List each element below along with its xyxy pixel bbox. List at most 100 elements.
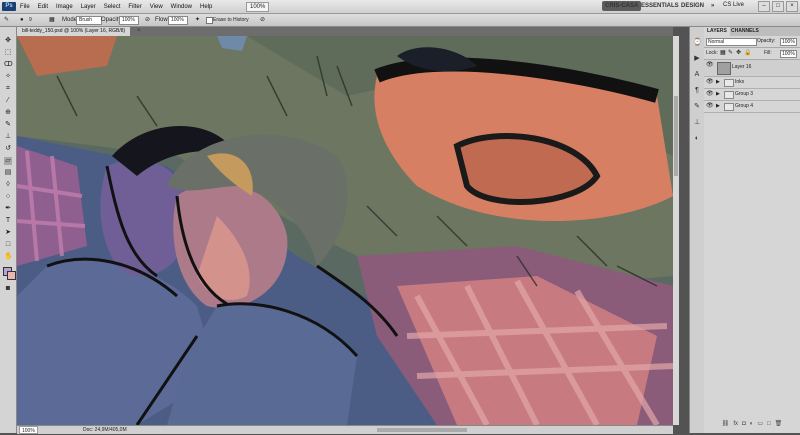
- move-tool-icon[interactable]: ✥: [4, 37, 12, 45]
- clone-stamp-tool-icon[interactable]: ⊥: [4, 133, 12, 141]
- layer-row-layer-16[interactable]: 👁 Layer 16: [704, 60, 800, 77]
- fill-field[interactable]: 100%: [780, 50, 797, 58]
- healing-brush-tool-icon[interactable]: ⊕: [4, 109, 12, 117]
- brushes-panel-icon[interactable]: ✎: [693, 103, 701, 111]
- lock-position-icon[interactable]: ✥: [736, 50, 741, 57]
- layer-style-icon[interactable]: fx: [733, 420, 738, 429]
- airbrush-icon[interactable]: ✦: [195, 16, 200, 24]
- photoshop-logo: Ps: [2, 2, 16, 11]
- eraser-tool-icon[interactable]: ▱: [4, 157, 12, 165]
- new-group-icon[interactable]: ▭: [757, 420, 763, 429]
- link-layers-icon[interactable]: ⛓: [722, 420, 730, 429]
- expand-arrow-icon[interactable]: ▶: [716, 79, 720, 86]
- layer-row-group-4[interactable]: 👁 ▶ Group 4: [704, 101, 800, 113]
- menu-filter[interactable]: Filter: [128, 4, 141, 10]
- options-bar: ✎ ● 9 ▦ Mode: Brush Opacity: 100% ⊘ Flow…: [0, 14, 800, 27]
- lock-transparent-icon[interactable]: ▦: [720, 50, 726, 57]
- brush-panel-icon[interactable]: ▦: [49, 16, 55, 24]
- menu-edit[interactable]: Edit: [38, 4, 48, 10]
- crop-tool-icon[interactable]: ⌗: [4, 85, 12, 93]
- layer-name: Group 3: [735, 91, 754, 97]
- brush-tool-icon[interactable]: ✎: [4, 121, 12, 129]
- workspace-essentials[interactable]: ESSENTIALS: [638, 1, 682, 11]
- marquee-tool-icon[interactable]: ⬚: [4, 49, 12, 57]
- eyedropper-tool-icon[interactable]: ⁄: [4, 97, 12, 105]
- history-panel-icon[interactable]: ⌚: [693, 39, 702, 47]
- expand-arrow-icon[interactable]: ▶: [716, 103, 720, 110]
- workspace-cris-casa[interactable]: CRIS-CASA: [602, 1, 642, 11]
- expand-arrow-icon[interactable]: ▶: [716, 91, 720, 98]
- lock-image-icon[interactable]: ✎: [728, 50, 733, 57]
- quick-mask-icon[interactable]: ◙: [4, 285, 12, 293]
- lock-label: Lock:: [706, 50, 718, 56]
- close-document-icon[interactable]: ×: [137, 27, 141, 36]
- layer-row-inks[interactable]: 👁 ▶ Inks: [704, 77, 800, 89]
- gradient-tool-icon[interactable]: ▤: [4, 169, 12, 177]
- blend-mode-select[interactable]: Normal: [706, 38, 757, 46]
- color-panel-icon[interactable]: ◐: [693, 135, 701, 143]
- eye-icon[interactable]: 👁: [706, 79, 714, 86]
- cs-live-button[interactable]: CS Live: [723, 2, 744, 8]
- erase-history-label: Erase to History: [213, 17, 249, 23]
- mode-select[interactable]: Brush: [76, 16, 102, 25]
- history-brush-tool-icon[interactable]: ↺: [4, 145, 12, 153]
- zoom-level-select[interactable]: 100%: [246, 2, 270, 12]
- paragraph-panel-icon[interactable]: ¶: [693, 87, 701, 95]
- document-tab[interactable]: bill-teddy_150.psd @ 100% (Layer 16, RGB…: [17, 27, 131, 36]
- menu-help[interactable]: Help: [200, 4, 212, 10]
- menu-view[interactable]: View: [150, 4, 163, 10]
- lasso-tool-icon[interactable]: ↀ: [4, 61, 13, 69]
- layer-row-group-3[interactable]: 👁 ▶ Group 3: [704, 89, 800, 101]
- brush-picker-icon[interactable]: ●: [20, 16, 24, 24]
- quick-select-tool-icon[interactable]: ✧: [4, 73, 12, 81]
- menu-image[interactable]: Image: [56, 4, 73, 10]
- workspace-design[interactable]: DESIGN: [678, 1, 707, 11]
- vertical-scrollbar[interactable]: [673, 36, 679, 425]
- pressure-opacity-icon[interactable]: ⊘: [145, 16, 150, 24]
- blur-tool-icon[interactable]: ◊: [4, 181, 12, 189]
- maximize-button[interactable]: □: [772, 1, 784, 12]
- layer-opacity-field[interactable]: 100%: [780, 38, 797, 46]
- delete-layer-icon[interactable]: 🗑: [775, 420, 783, 429]
- eye-icon[interactable]: 👁: [706, 91, 714, 98]
- type-tool-icon[interactable]: T: [4, 217, 12, 225]
- erase-history-checkbox[interactable]: [206, 17, 213, 24]
- character-panel-icon[interactable]: A: [693, 71, 701, 79]
- pen-tool-icon[interactable]: ✒: [4, 205, 12, 213]
- path-select-tool-icon[interactable]: ➤: [4, 229, 12, 237]
- clone-source-panel-icon[interactable]: ⊥: [693, 119, 701, 127]
- dodge-tool-icon[interactable]: ○: [4, 193, 12, 201]
- artwork-illustration: [17, 36, 673, 425]
- brush-size-value: 9: [29, 17, 32, 23]
- pressure-size-icon[interactable]: ⊘: [260, 16, 265, 24]
- scrollbar-thumb[interactable]: [674, 96, 678, 176]
- opacity-field[interactable]: 100%: [119, 16, 139, 25]
- more-workspaces-button[interactable]: »: [708, 1, 717, 11]
- menu-select[interactable]: Select: [104, 4, 121, 10]
- menu-layer[interactable]: Layer: [81, 4, 96, 10]
- hand-tool-icon[interactable]: ✋: [4, 253, 13, 261]
- menu-window[interactable]: Window: [171, 4, 192, 10]
- layer-name: Inks: [735, 79, 745, 85]
- menu-file[interactable]: File: [20, 4, 30, 10]
- eye-icon[interactable]: 👁: [706, 62, 714, 69]
- new-layer-icon[interactable]: □: [767, 420, 771, 429]
- layers-panel-footer: ⛓ fx ◘ ◐ ▭ □ 🗑: [704, 420, 800, 429]
- background-color-swatch[interactable]: [7, 271, 16, 280]
- flow-field[interactable]: 100%: [168, 16, 188, 25]
- horizontal-scrollbar[interactable]: [377, 428, 467, 432]
- tab-layers[interactable]: LAYERS: [704, 27, 730, 36]
- tab-channels[interactable]: CHANNELS: [728, 27, 762, 36]
- document-tab-bar: bill-teddy_150.psd @ 100% (Layer 16, RGB…: [17, 27, 673, 36]
- actions-panel-icon[interactable]: ▶: [693, 55, 701, 63]
- adjustment-layer-icon[interactable]: ◐: [750, 420, 754, 429]
- canvas-artwork[interactable]: [17, 36, 673, 425]
- minimize-button[interactable]: –: [758, 1, 770, 12]
- shape-tool-icon[interactable]: □: [4, 241, 12, 249]
- lock-all-icon[interactable]: 🔒: [744, 50, 751, 57]
- eye-icon[interactable]: 👁: [706, 103, 714, 110]
- layer-mask-icon[interactable]: ◘: [742, 420, 746, 429]
- close-button[interactable]: ×: [786, 1, 798, 12]
- brush-tool-preset-icon[interactable]: ✎: [4, 16, 9, 24]
- folder-icon: [724, 91, 734, 99]
